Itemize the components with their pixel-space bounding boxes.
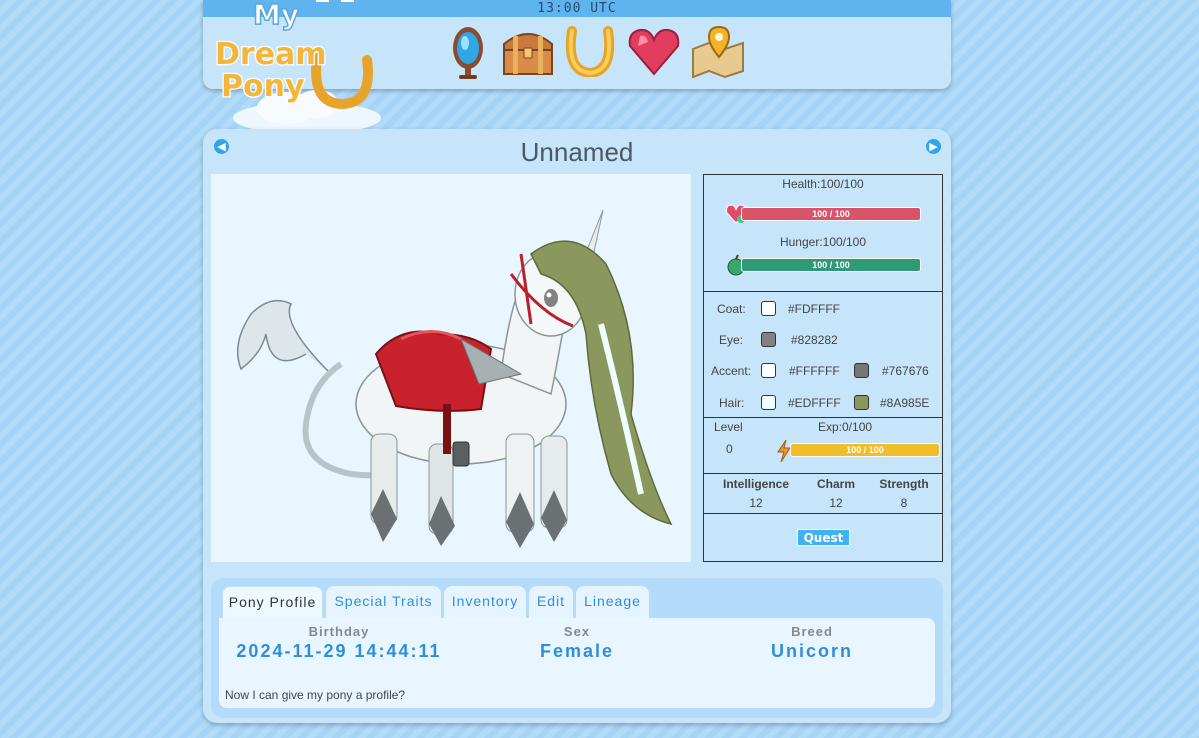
sex-label: Sex (563, 624, 591, 639)
hunger-bar-wrap: 100 / 100 (725, 254, 921, 276)
birthday-value: 2024-11-29 14:44:11 (236, 641, 442, 661)
eye-swatch (761, 332, 776, 347)
stats-panel: Health:100/100 100 / 100 Hunger:100/100 (703, 174, 943, 562)
profile-content: Birthday 2024-11-29 14:44:11 Sex Female … (219, 618, 935, 708)
coat-hex: #FDFFFF (788, 302, 840, 316)
hair-hex-2: #8A985E (880, 396, 930, 410)
attribute-intelligence: Intelligence 12 (716, 477, 796, 510)
breed-value: Unicorn (770, 641, 853, 661)
site-logo[interactable]: My Dream Pony (207, 0, 387, 140)
hair-hex-1: #EDFFFF (788, 396, 841, 410)
svg-text:Dream: Dream (215, 37, 327, 72)
attribute-charm: Charm 12 (806, 477, 866, 510)
map-icon[interactable] (689, 22, 747, 80)
health-bar-wrap: 100 / 100 (725, 204, 921, 224)
exp-bar-wrap: 100 / 100 (776, 440, 940, 462)
level-box: Level 0 Exp:0/100 100 / 100 (704, 418, 942, 474)
attribute-strength: Strength 8 (874, 477, 934, 510)
level-value: 0 (726, 442, 733, 456)
attributes-box: Intelligence 12 Charm 12 Strength 8 (704, 474, 942, 514)
exp-bar-value: 100 / 100 (846, 445, 884, 455)
svg-text:Pony: Pony (221, 69, 305, 104)
health-bar-value: 100 / 100 (812, 209, 850, 219)
pony-name: Unnamed (520, 137, 634, 167)
heart-gem-icon[interactable] (625, 22, 683, 80)
hunger-bar: 100 / 100 (741, 258, 921, 272)
level-label: Level (714, 420, 743, 434)
colors-box: Coat: #FDFFFF Eye: #828282 Accent: #FFFF… (704, 292, 942, 418)
accent-swatch-2 (854, 363, 869, 378)
attribute-label: Strength (879, 477, 929, 491)
horseshoe-icon[interactable] (561, 22, 619, 80)
pony-image (211, 174, 691, 562)
accent-swatch-1 (761, 363, 776, 378)
hunger-label: Hunger:100/100 (779, 235, 867, 249)
birthday-label: Birthday (308, 624, 370, 639)
quest-button[interactable]: Quest (797, 529, 850, 546)
profile-description: Now I can give my pony a profile? (225, 688, 406, 702)
eye-hex: #828282 (791, 333, 838, 347)
tab-edit[interactable]: Edit (529, 586, 573, 618)
birthday-field: Birthday 2024-11-29 14:44:11 (219, 624, 459, 662)
accent-label: Accent: (711, 364, 752, 378)
attribute-value: 12 (829, 496, 843, 510)
treasure-chest-icon[interactable] (499, 22, 557, 80)
attribute-label: Intelligence (722, 477, 790, 491)
exp-label: Exp:0/100 (818, 420, 873, 434)
sex-field: Sex Female (457, 624, 697, 662)
tab-lineage[interactable]: Lineage (576, 586, 649, 618)
tab-pony-profile[interactable]: Pony Profile (222, 586, 323, 618)
coat-swatch (761, 301, 776, 316)
attribute-label: Charm (816, 477, 855, 491)
pony-panel: ◀ ▶ Unnamed Health:100/100 100 / 100 Hun… (203, 129, 951, 723)
attribute-value: 8 (900, 496, 908, 510)
hair-swatch-2 (854, 395, 869, 410)
server-time: 13:00 UTC (537, 1, 617, 16)
accent-hex-2: #767676 (882, 364, 929, 378)
hair-label: Hair: (719, 396, 745, 410)
coat-label: Coat: (717, 302, 746, 316)
hair-swatch-1 (761, 395, 776, 410)
health-bar: 100 / 100 (741, 207, 921, 221)
eye-label: Eye: (719, 333, 744, 347)
attribute-value: 12 (749, 496, 763, 510)
exp-bar: 100 / 100 (790, 443, 940, 457)
mirror-icon[interactable] (439, 22, 497, 80)
accent-hex-1: #FFFFFF (789, 364, 840, 378)
vitals-box: Health:100/100 100 / 100 Hunger:100/100 (704, 175, 942, 292)
tab-special-traits[interactable]: Special Traits (326, 586, 441, 618)
tab-inventory[interactable]: Inventory (444, 586, 526, 618)
health-label: Health:100/100 (782, 177, 864, 191)
svg-text:My: My (253, 0, 299, 31)
breed-label: Breed (791, 624, 833, 639)
breed-field: Breed Unicorn (692, 624, 932, 662)
sex-value: Female (539, 641, 615, 661)
profile-tabs: Pony Profile Special Traits Inventory Ed… (211, 578, 943, 718)
hunger-bar-value: 100 / 100 (812, 260, 850, 270)
